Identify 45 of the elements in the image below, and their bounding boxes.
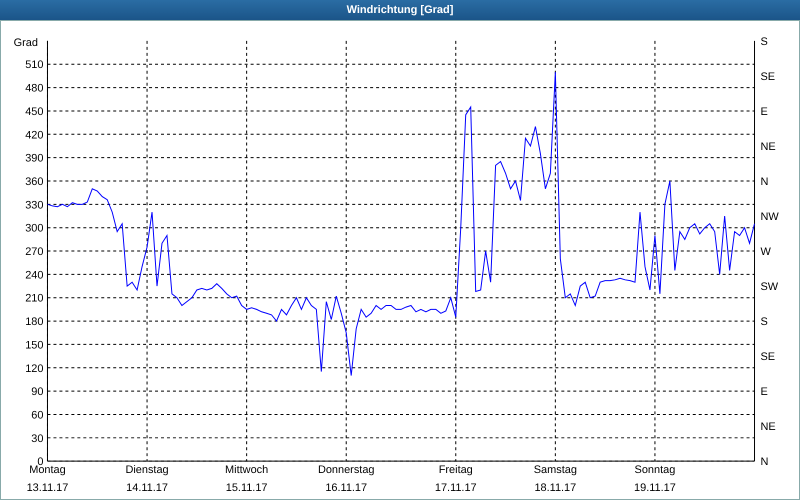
y-tick-label: 450 xyxy=(25,106,44,118)
compass-tick-label: N xyxy=(760,176,768,188)
compass-tick-label: S xyxy=(760,36,768,48)
y-tick-label: 270 xyxy=(25,246,44,258)
y-tick-label: 480 xyxy=(25,82,44,95)
compass-tick-label: NW xyxy=(760,211,779,223)
window-title: Windrichtung [Grad] xyxy=(0,0,800,20)
y-tick-label: 510 xyxy=(25,59,44,72)
day-label: Freitag xyxy=(438,464,473,476)
day-label: Donnerstag xyxy=(318,464,374,476)
compass-tick-label: SE xyxy=(760,351,776,364)
y-tick-label: 360 xyxy=(25,176,44,188)
compass-tick-label: NE xyxy=(760,421,776,434)
y-tick-label: 60 xyxy=(31,409,44,422)
date-label: 14.11.17 xyxy=(126,482,168,494)
day-label: Mittwoch xyxy=(225,464,268,476)
y-tick-label: 420 xyxy=(25,129,44,142)
y-tick-label: 180 xyxy=(25,316,44,328)
date-label: 17.11.17 xyxy=(434,482,477,494)
date-label: 15.11.17 xyxy=(226,482,268,494)
compass-tick-label: E xyxy=(760,106,768,118)
y-axis-label: Grad xyxy=(14,36,38,49)
y-tick-label: 210 xyxy=(25,292,44,305)
day-label: Dienstag xyxy=(125,464,169,476)
date-label: 19.11.17 xyxy=(634,482,676,494)
date-label: 13.11.17 xyxy=(26,482,68,494)
y-tick-label: 30 xyxy=(31,432,44,445)
compass-tick-label: N xyxy=(760,456,768,468)
compass-tick-label: E xyxy=(760,386,768,398)
compass-tick-label: S xyxy=(760,316,768,328)
y-tick-label: 90 xyxy=(31,386,44,398)
y-tick-label: 390 xyxy=(25,152,44,165)
compass-tick-label: SW xyxy=(760,281,778,294)
date-label: 16.11.17 xyxy=(325,482,368,494)
y-tick-label: 330 xyxy=(25,199,44,212)
compass-tick-label: SE xyxy=(760,70,776,83)
compass-tick-label: NE xyxy=(760,140,776,153)
date-label: 18.11.17 xyxy=(534,482,576,494)
y-tick-label: 240 xyxy=(25,269,44,282)
y-tick-label: 300 xyxy=(25,222,44,235)
day-label: Sonntag xyxy=(634,464,676,476)
compass-tick-label: W xyxy=(760,246,771,258)
y-tick-label: 120 xyxy=(25,362,44,375)
y-tick-label: 150 xyxy=(25,339,44,352)
day-label: Samstag xyxy=(534,464,577,476)
